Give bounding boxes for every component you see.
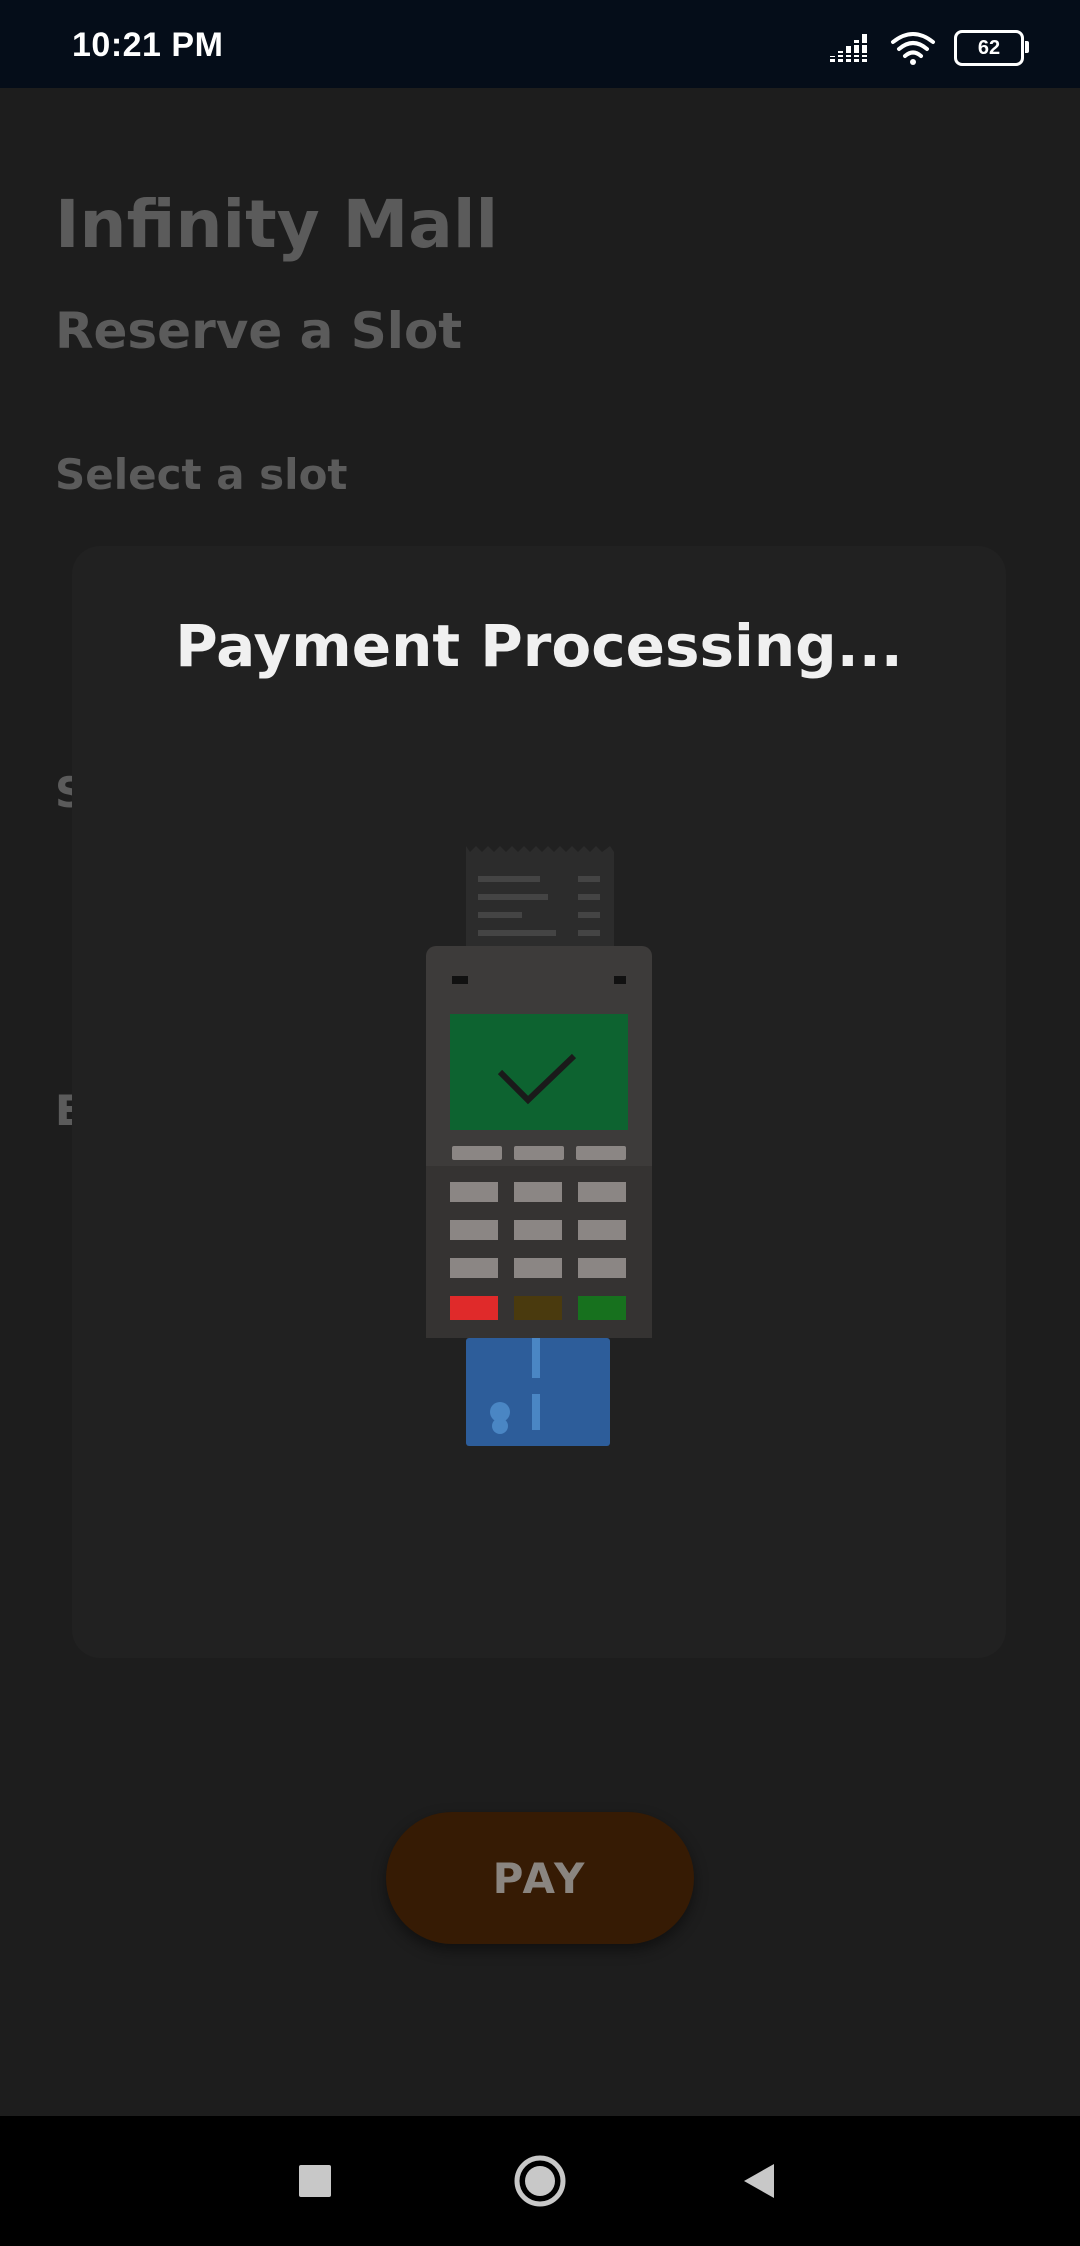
signal-icon [828, 34, 872, 62]
enter-key [578, 1296, 626, 1320]
back-button[interactable] [700, 2116, 820, 2246]
dialog-title: Payment Processing... [175, 612, 903, 680]
page-subtitle: Reserve a Slot [55, 302, 463, 360]
triangle-back-icon [744, 2164, 774, 2198]
payment-processing-dialog: Payment Processing... [72, 546, 1006, 1658]
recent-apps-button[interactable] [255, 2116, 375, 2246]
status-time: 10:21 PM [72, 26, 224, 64]
battery-level: 62 [977, 36, 1001, 59]
battery-icon: 62 [954, 30, 1029, 66]
square-icon [299, 2165, 331, 2197]
wifi-icon [891, 32, 935, 65]
status-icons: 62 [828, 28, 1029, 68]
credit-card-icon [466, 1338, 610, 1446]
mall-title: Infinity Mall [55, 186, 499, 263]
circle-home-icon [514, 2155, 566, 2207]
select-slot-label: Select a slot [55, 450, 348, 499]
navigation-bar [0, 2116, 1080, 2246]
pay-button[interactable]: PAY [386, 1812, 694, 1944]
payment-terminal-illustration [426, 846, 652, 1446]
cancel-key [450, 1296, 498, 1320]
clear-key [514, 1296, 562, 1320]
terminal-screen [450, 1014, 628, 1130]
status-bar: 10:21 PM 62 [0, 0, 1080, 88]
home-button[interactable] [480, 2116, 600, 2246]
